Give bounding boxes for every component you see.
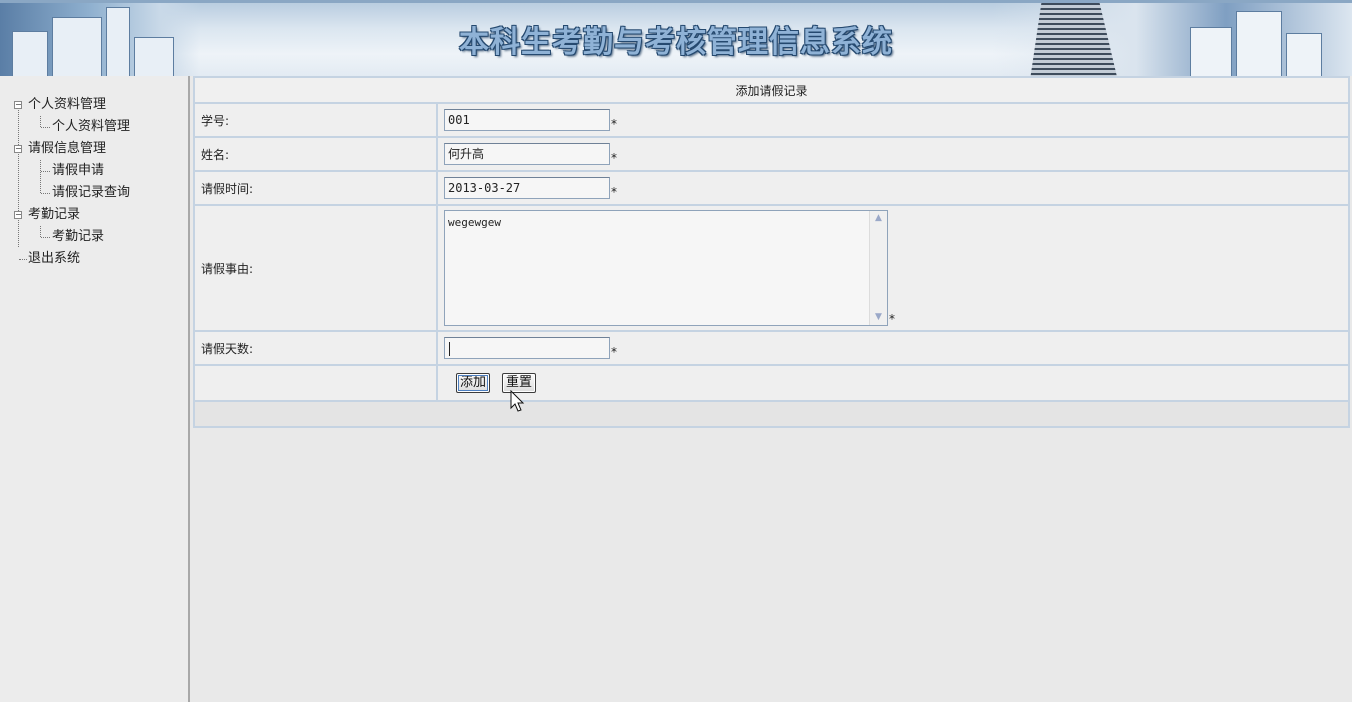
tree-group-leave[interactable]: − 请假信息管理	[0, 138, 188, 160]
tree-item-label[interactable]: 请假记录查询	[52, 185, 130, 200]
textarea-scrollbar[interactable]: ▲ ▼	[869, 211, 887, 325]
reason-label: 请假事由:	[193, 204, 438, 332]
required-mark: *	[611, 117, 617, 131]
tree-item-label[interactable]: 考勤记录	[52, 229, 104, 244]
text-caret	[449, 341, 450, 356]
reason-textarea-wrap: wegewgew ▲ ▼	[444, 210, 888, 326]
tree-item-exit[interactable]: 退出系统	[0, 248, 188, 270]
tree-group-label[interactable]: 请假信息管理	[28, 141, 106, 156]
required-mark: *	[611, 185, 617, 199]
required-mark: *	[889, 312, 895, 326]
tree-item-leave-query[interactable]: 请假记录查询	[0, 182, 188, 204]
form-footer	[193, 400, 1350, 428]
tree-item-label[interactable]: 个人资料管理	[52, 119, 130, 134]
system-title: 本科生考勤与考核管理信息系统	[459, 25, 893, 60]
days-cell: *	[436, 330, 1350, 366]
required-mark: *	[611, 345, 617, 359]
student-id-input[interactable]: 001	[444, 109, 610, 131]
sidebar-nav: − 个人资料管理 个人资料管理 − 请假信息管理 请假申请 请假记录查询 − 考…	[0, 76, 190, 702]
form-title: 添加请假记录	[193, 76, 1350, 104]
name-input[interactable]: 何升高	[444, 143, 610, 165]
leave-form: 添加请假记录 学号: 001 * 姓名: 何升高 * 请假时间: 2013-03-2…	[193, 76, 1350, 428]
required-mark: *	[611, 151, 617, 165]
student-id-cell: 001 *	[436, 102, 1350, 138]
exit-system-link[interactable]: 退出系统	[28, 251, 80, 266]
tree-item-profile[interactable]: 个人资料管理	[0, 116, 188, 138]
tree-group-attendance[interactable]: − 考勤记录	[0, 204, 188, 226]
scroll-down-icon[interactable]: ▼	[872, 311, 885, 324]
reason-cell: wegewgew ▲ ▼ *	[436, 204, 1350, 332]
days-input[interactable]	[444, 337, 610, 359]
tree-group-label[interactable]: 考勤记录	[28, 207, 80, 222]
tree-item-leave-apply[interactable]: 请假申请	[0, 160, 188, 182]
buttons-cell: 添加 重置	[436, 364, 1350, 402]
scroll-up-icon[interactable]: ▲	[872, 212, 885, 225]
empty-cell	[193, 364, 438, 402]
mouse-cursor-icon	[510, 390, 525, 412]
tree-group-label[interactable]: 个人资料管理	[28, 97, 106, 112]
collapse-icon[interactable]: −	[14, 101, 22, 109]
add-button[interactable]: 添加	[456, 373, 491, 393]
tree-item-attendance[interactable]: 考勤记录	[0, 226, 188, 248]
reason-textarea[interactable]: wegewgew	[444, 210, 888, 326]
days-label: 请假天数:	[193, 330, 438, 366]
leave-date-cell: 2013-03-27 *	[436, 170, 1350, 206]
name-cell: 何升高 *	[436, 136, 1350, 172]
header-banner: 本科生考勤与考核管理信息系统	[0, 0, 1352, 76]
collapse-icon[interactable]: −	[14, 145, 22, 153]
main-content: 添加请假记录 学号: 001 * 姓名: 何升高 * 请假时间: 2013-03-2…	[193, 76, 1352, 702]
tree-group-profile[interactable]: − 个人资料管理	[0, 94, 188, 116]
leave-date-label: 请假时间:	[193, 170, 438, 206]
collapse-icon[interactable]: −	[14, 211, 22, 219]
tree-item-label[interactable]: 请假申请	[52, 163, 104, 178]
name-label: 姓名:	[193, 136, 438, 172]
student-id-label: 学号:	[193, 102, 438, 138]
leave-date-input[interactable]: 2013-03-27	[444, 177, 610, 199]
